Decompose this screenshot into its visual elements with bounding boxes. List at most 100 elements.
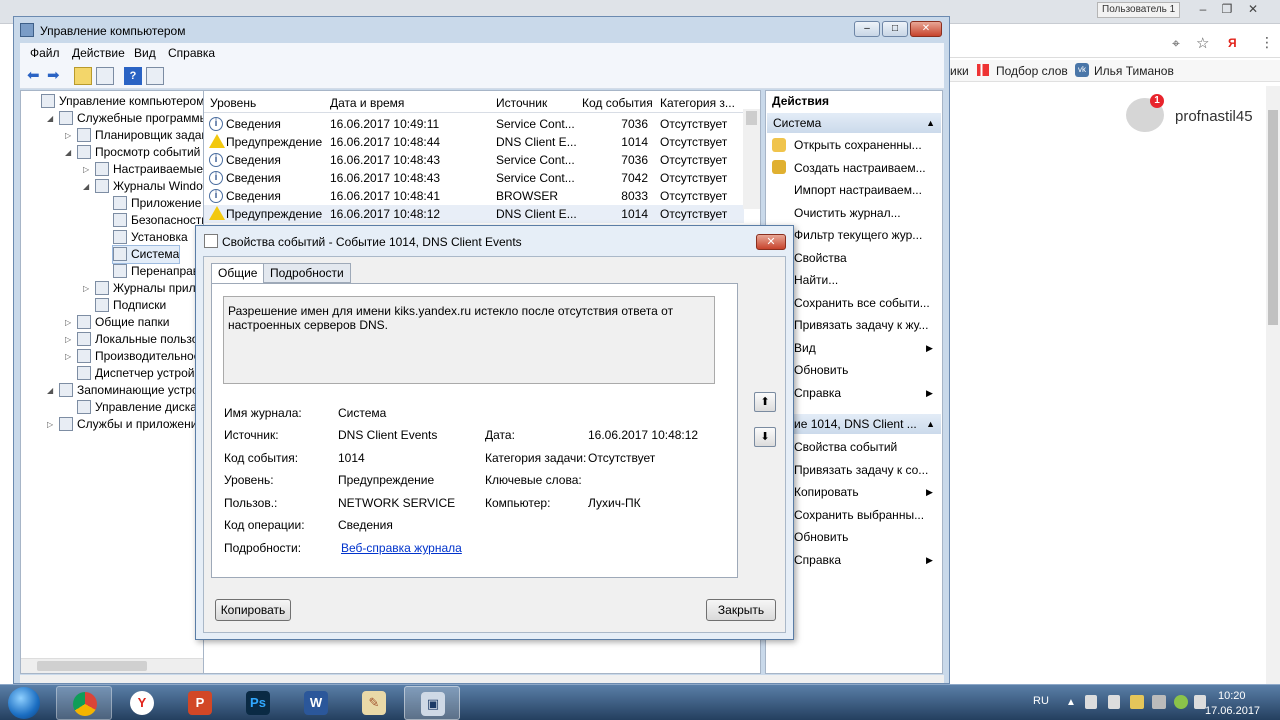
tree-collapsed-icon[interactable]: ▷ — [65, 352, 71, 361]
tree-item[interactable]: Производительность — [77, 348, 209, 365]
tree-item[interactable]: Подписки — [95, 297, 166, 314]
tree-item[interactable]: Приложение — [113, 195, 201, 212]
tray-usb-icon[interactable] — [1108, 695, 1120, 709]
bookmark-3[interactable]: Илья Тиманов — [1094, 64, 1174, 78]
action-item[interactable]: Привязать задачу к со... — [794, 460, 928, 480]
table-row[interactable]: i Сведения 16.06.2017 10:48:43 Service Cont… — [204, 169, 744, 187]
mmc-titlebar[interactable]: Управление компьютером – □ ✕ — [14, 17, 949, 43]
tree-item[interactable]: Журналы Windows — [95, 178, 209, 195]
tree-expanded-icon[interactable]: ◢ — [65, 148, 71, 157]
table-row[interactable]: Предупреждение 16.06.2017 10:48:12 DNS Cli… — [204, 205, 744, 223]
table-row[interactable]: Предупреждение 16.06.2017 10:48:44 DNS Cli… — [204, 133, 744, 151]
col-task-category[interactable]: Категория з... — [660, 96, 735, 110]
action-item[interactable]: Сохранить выбранны... — [794, 505, 924, 525]
action-item[interactable]: Создать настраиваем... — [794, 158, 926, 178]
tray-sync-icon[interactable] — [1174, 695, 1188, 709]
tree-collapsed-icon[interactable]: ▷ — [83, 165, 89, 174]
col-level[interactable]: Уровень — [210, 96, 256, 110]
action-item[interactable]: Обновить — [794, 527, 848, 547]
table-row[interactable]: i Сведения 16.06.2017 10:49:11 Service Cont… — [204, 115, 744, 133]
tree-expanded-icon[interactable]: ◢ — [47, 114, 53, 123]
tree-item[interactable]: Служебные программы — [59, 110, 208, 127]
menu-icon[interactable]: ⋮ — [1260, 34, 1274, 51]
browser-close-button[interactable]: ✕ — [1240, 1, 1266, 19]
taskbar-photoshop[interactable]: Ps — [230, 686, 286, 720]
show-hide-actions-icon[interactable] — [146, 67, 164, 85]
help-icon[interactable]: ? — [124, 67, 142, 85]
tree-collapsed-icon[interactable]: ▷ — [65, 318, 71, 327]
tree-collapsed-icon[interactable]: ▷ — [47, 420, 53, 429]
tree-scroll-thumb[interactable] — [37, 661, 147, 671]
action-item[interactable]: Обновить — [794, 360, 848, 380]
bookmark-1[interactable]: ики — [950, 64, 969, 78]
tree-item[interactable]: Управление дисками — [77, 399, 209, 416]
tree-item[interactable]: Локальные пользовате — [77, 331, 209, 348]
tree-horizontal-scrollbar[interactable] — [21, 658, 209, 673]
events-scroll-thumb[interactable] — [746, 111, 757, 125]
tab-details[interactable]: Подробности — [263, 263, 351, 283]
event-log-help-link[interactable]: Веб-справка журнала — [341, 541, 462, 555]
events-vertical-scrollbar[interactable] — [743, 109, 760, 209]
action-item[interactable]: Свойства — [794, 248, 847, 268]
menu-file[interactable]: Файл — [30, 46, 60, 60]
tree-item[interactable]: Запоминающие устройст — [59, 382, 209, 399]
start-button[interactable] — [2, 685, 50, 720]
action-item[interactable]: Свойства событий — [794, 437, 897, 457]
maximize-button[interactable]: □ — [882, 21, 908, 37]
tree-item[interactable]: Общие папки — [77, 314, 169, 331]
tree-item[interactable]: Настраиваемые пр — [95, 161, 209, 178]
clock-date[interactable]: 17.06.2017 — [1205, 705, 1260, 717]
tree-item[interactable]: Службы и приложения — [59, 416, 204, 433]
tray-device-icon[interactable] — [1085, 695, 1097, 709]
dialog-titlebar[interactable]: Свойства событий - Событие 1014, DNS Cli… — [196, 226, 793, 256]
taskbar-chrome[interactable] — [56, 686, 112, 720]
tab-general[interactable]: Общие — [211, 263, 265, 284]
col-date[interactable]: Дата и время — [330, 96, 404, 110]
tray-network-icon[interactable] — [1152, 695, 1166, 709]
tree-collapsed-icon[interactable]: ▷ — [65, 131, 71, 140]
col-source[interactable]: Источник — [496, 96, 547, 110]
action-item[interactable]: Справка — [794, 383, 841, 403]
browser-minimize-button[interactable]: – — [1190, 1, 1216, 19]
dialog-close-button[interactable]: ✕ — [756, 234, 786, 250]
tree-item[interactable]: Управление компьютером (л — [41, 93, 209, 110]
tree-item[interactable]: Безопасность — [113, 212, 208, 229]
action-item[interactable]: Импорт настраиваем... — [794, 180, 922, 200]
tree-collapsed-icon[interactable]: ▷ — [83, 284, 89, 293]
taskbar-word[interactable]: W — [288, 686, 344, 720]
copy-button[interactable]: Копировать — [215, 599, 291, 621]
show-hide-tree-icon[interactable] — [96, 67, 114, 85]
close-button[interactable]: ✕ — [910, 21, 942, 37]
action-item[interactable]: Очистить журнал... — [794, 203, 901, 223]
profile-name[interactable]: profnastil45 — [1175, 108, 1253, 125]
back-icon[interactable]: ⬅ — [26, 67, 44, 85]
tree-expanded-icon[interactable]: ◢ — [47, 386, 53, 395]
tree-collapsed-icon[interactable]: ▷ — [65, 335, 71, 344]
action-item[interactable]: Справка — [794, 550, 841, 570]
taskbar-powerpoint[interactable]: P — [172, 686, 228, 720]
previous-event-button[interactable]: ⬆ — [754, 392, 776, 412]
yandex-icon[interactable]: Я — [1228, 36, 1237, 50]
language-indicator[interactable]: RU — [1033, 695, 1049, 707]
taskbar-yandex[interactable]: Y — [114, 686, 170, 720]
taskbar-computer-management[interactable]: ▣ — [404, 686, 460, 720]
star-icon[interactable]: ☆ — [1196, 34, 1209, 52]
address-bar[interactable]: ⌖ ☆ Я ⋮ — [950, 30, 1280, 58]
table-row[interactable]: i Сведения 16.06.2017 10:48:43 Service Cont… — [204, 151, 744, 169]
action-item[interactable]: Копировать — [794, 482, 859, 502]
event-description[interactable]: Разрешение имен для имени kiks.yandex.ru… — [223, 296, 715, 384]
tree-item[interactable]: Просмотр событий — [77, 144, 200, 161]
target-icon[interactable]: ⌖ — [1172, 35, 1180, 52]
actions-section-system[interactable]: Система ▲ — [767, 113, 941, 133]
action-item[interactable]: Фильтр текущего жур... — [794, 225, 922, 245]
browser-user-badge[interactable]: Пользователь 1 — [1097, 2, 1181, 18]
forward-icon[interactable]: ➡ — [46, 67, 64, 85]
menu-help[interactable]: Справка — [168, 46, 215, 60]
action-item[interactable]: Открыть сохраненны... — [794, 135, 922, 155]
action-item[interactable]: Сохранить все событи... — [794, 293, 930, 313]
table-row[interactable]: i Сведения 16.06.2017 10:48:41 BROWSER 8033 О… — [204, 187, 744, 205]
tree-item[interactable]: Установка — [113, 229, 188, 246]
tree-item[interactable]: Журналы приложе — [95, 280, 209, 297]
up-folder-icon[interactable] — [74, 67, 92, 85]
clock-time[interactable]: 10:20 — [1218, 690, 1246, 702]
